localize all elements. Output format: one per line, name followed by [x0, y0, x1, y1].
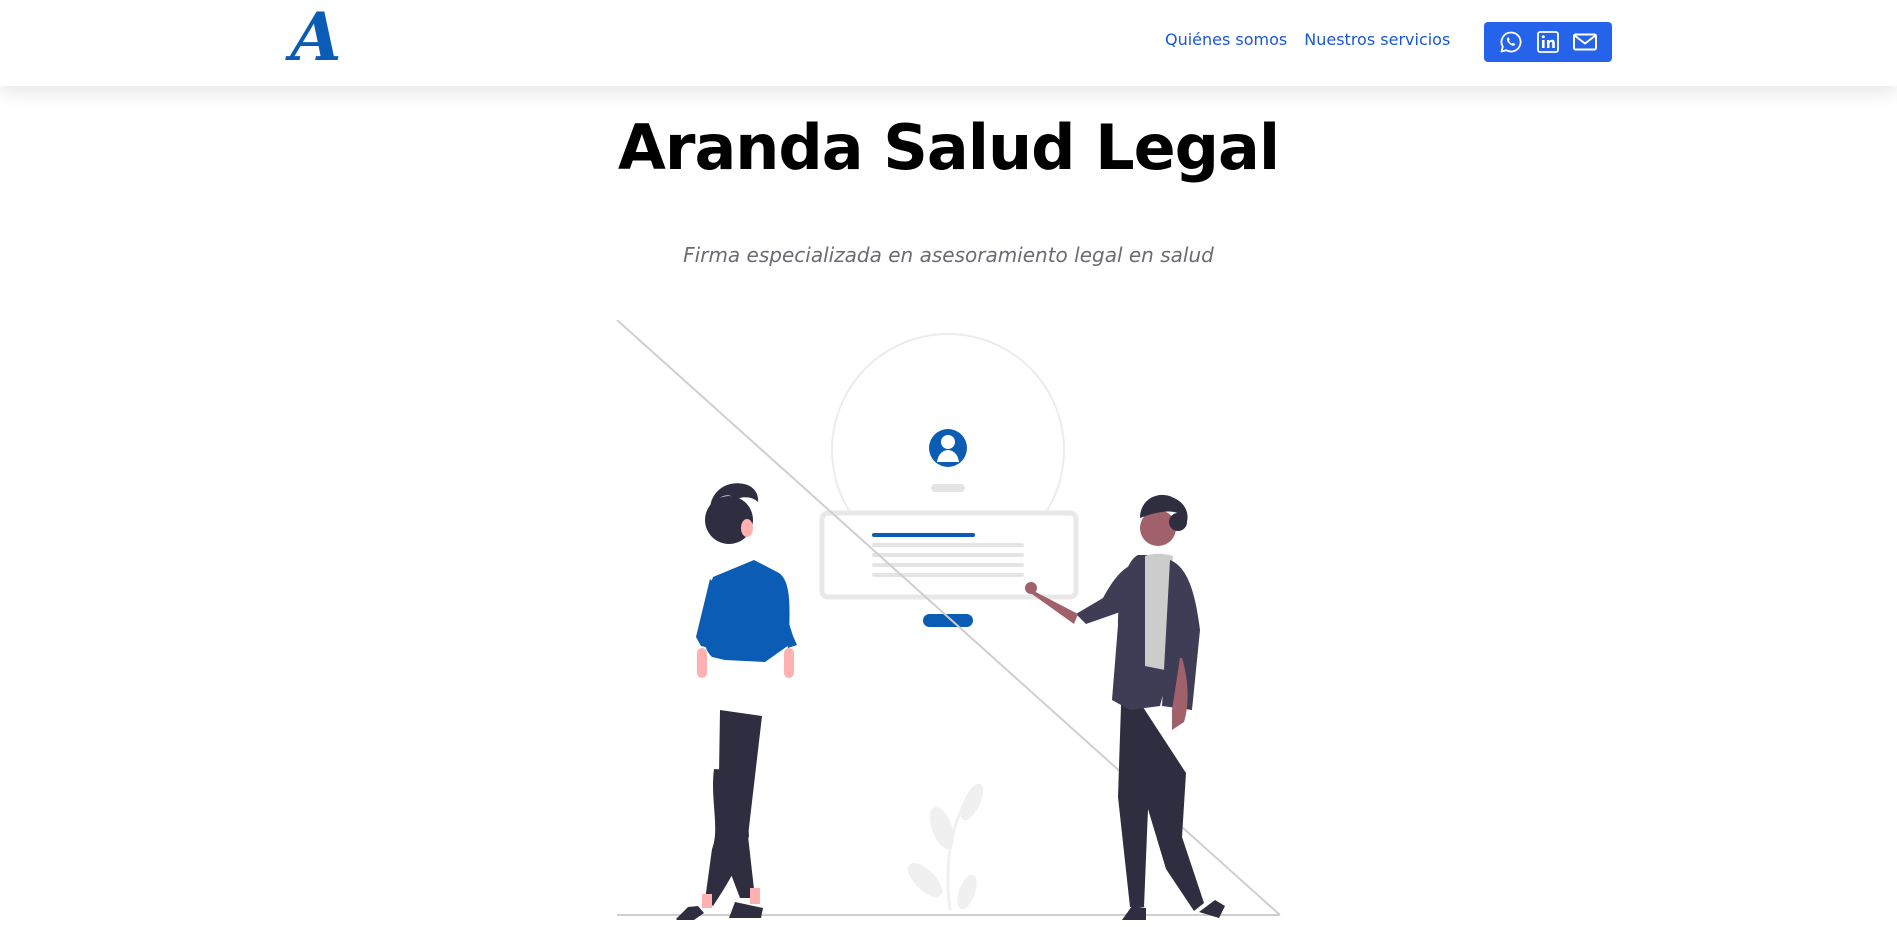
plant-decoration	[907, 783, 984, 911]
page-title: Aranda Salud Legal	[617, 111, 1280, 184]
brand-logo[interactable]: A	[284, 4, 348, 70]
people-profile-illustration	[616, 319, 1281, 927]
nav-link-quienes-somos[interactable]: Quiénes somos	[1165, 30, 1287, 49]
social-links	[1484, 22, 1612, 62]
top-navbar: A Quiénes somos Nuestros servicios	[0, 0, 1897, 86]
main-nav: Quiénes somos Nuestros servicios	[1165, 30, 1450, 49]
profile-avatar-icon	[929, 429, 967, 467]
mail-icon[interactable]	[1572, 29, 1598, 55]
profile-name-placeholder	[931, 484, 965, 492]
whatsapp-icon[interactable]	[1498, 29, 1524, 55]
linkedin-icon[interactable]	[1535, 29, 1561, 55]
profile-card	[819, 510, 1079, 600]
hero-illustration	[600, 319, 1300, 927]
nav-link-nuestros-servicios[interactable]: Nuestros servicios	[1304, 30, 1450, 49]
hero-subtitle: Firma especializada en asesoramiento leg…	[683, 243, 1214, 267]
person-left	[676, 483, 797, 927]
